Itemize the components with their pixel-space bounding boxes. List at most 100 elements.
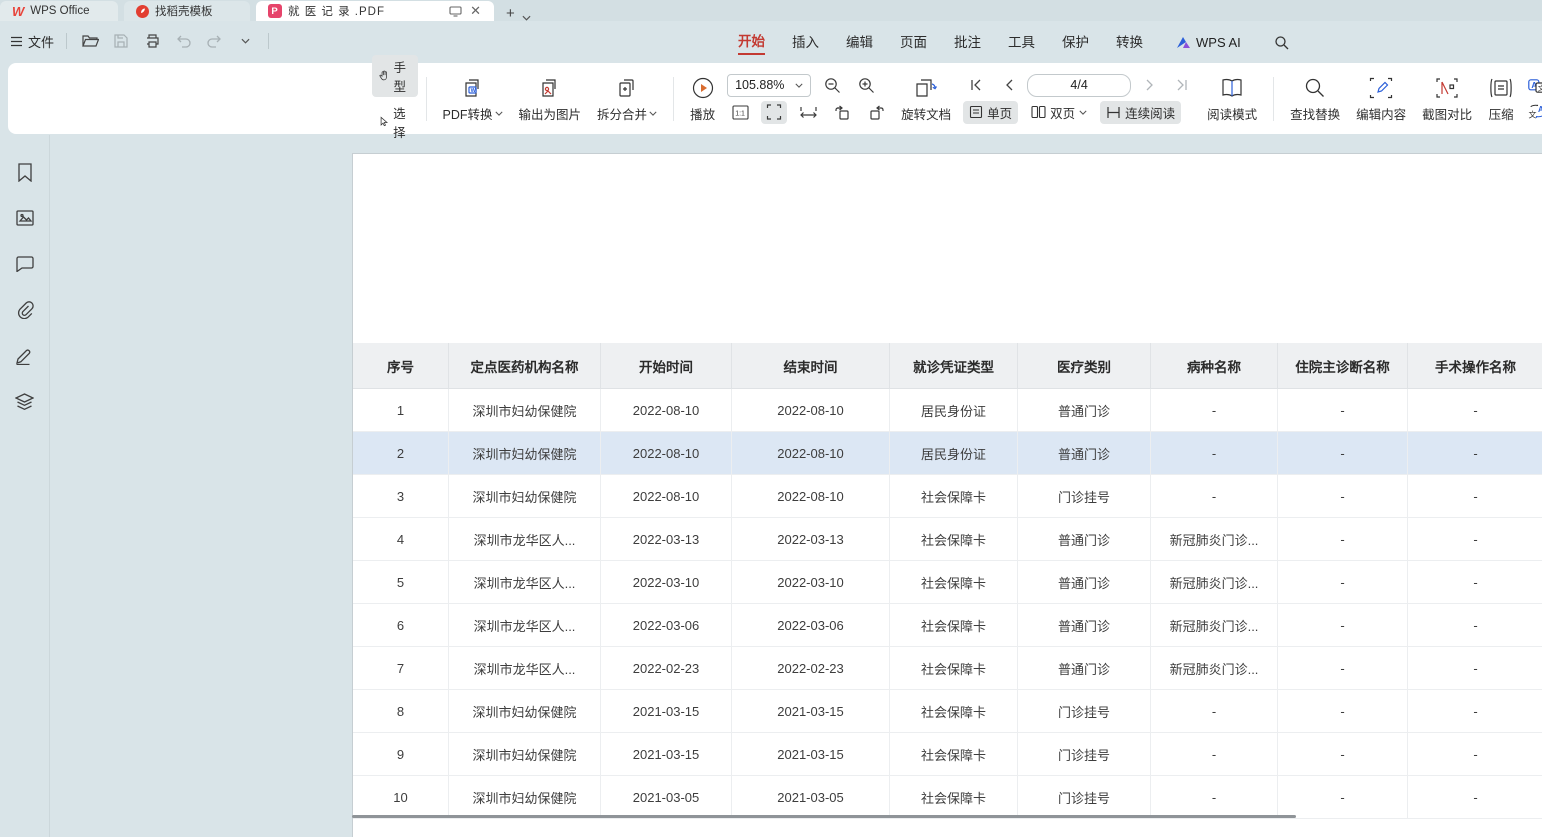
table-row[interactable]: 7深圳市龙华区人...2022-02-232022-02-23社会保障卡普通门诊… bbox=[353, 647, 1542, 690]
quickbar-chevron-icon[interactable] bbox=[234, 30, 256, 52]
chevron-down-icon bbox=[649, 111, 657, 116]
column-header: 定点医药机构名称 bbox=[449, 343, 601, 389]
tab-docer[interactable]: 找稻壳模板 bbox=[124, 1, 250, 21]
table-cell: 社会保障卡 bbox=[890, 776, 1018, 819]
tab-home[interactable]: 开始 bbox=[738, 30, 765, 55]
split-merge-button[interactable]: 拆分合并 bbox=[589, 72, 665, 126]
tab-convert[interactable]: 转换 bbox=[1116, 31, 1143, 54]
table-cell: - bbox=[1278, 389, 1408, 432]
zoom-in-icon[interactable] bbox=[853, 74, 879, 97]
tab-insert[interactable]: 插入 bbox=[792, 31, 819, 54]
tab-comment[interactable]: 批注 bbox=[954, 31, 981, 54]
present-monitor-icon[interactable] bbox=[449, 6, 462, 17]
compress-label: 压缩 bbox=[1489, 104, 1514, 123]
save-icon[interactable] bbox=[110, 30, 132, 52]
table-row[interactable]: 5深圳市龙华区人...2022-03-102022-03-10社会保障卡普通门诊… bbox=[353, 561, 1542, 604]
continuous-read-button[interactable]: 连续阅读 bbox=[1100, 101, 1181, 124]
table-row[interactable]: 8深圳市妇幼保健院2021-03-152021-03-15社会保障卡门诊挂号--… bbox=[353, 690, 1542, 733]
bookmarks-icon[interactable] bbox=[12, 159, 38, 185]
layers-icon[interactable] bbox=[12, 389, 38, 415]
zoom-level-select[interactable]: 105.88% bbox=[727, 74, 811, 97]
single-page-label: 单页 bbox=[987, 103, 1012, 122]
table-cell: 居民身份证 bbox=[890, 432, 1018, 475]
table-cell: 2022-03-10 bbox=[601, 561, 732, 604]
table-cell: 普通门诊 bbox=[1018, 561, 1151, 604]
tab-tools[interactable]: 工具 bbox=[1008, 31, 1035, 54]
next-page-icon[interactable] bbox=[1137, 74, 1163, 97]
horizontal-scrollbar[interactable] bbox=[352, 815, 1296, 818]
table-cell: 门诊挂号 bbox=[1018, 776, 1151, 819]
single-page-button[interactable]: 单页 bbox=[963, 101, 1018, 124]
chevron-down-icon bbox=[1079, 110, 1087, 115]
attachments-icon[interactable] bbox=[12, 297, 38, 323]
tab-wps-office[interactable]: W WPS Office bbox=[0, 1, 118, 21]
find-replace-button[interactable]: 查找替换 bbox=[1282, 72, 1348, 126]
wps-ai-button[interactable]: WPS AI bbox=[1176, 35, 1241, 50]
last-page-icon[interactable] bbox=[1169, 74, 1195, 97]
table-cell: 社会保障卡 bbox=[890, 604, 1018, 647]
redo-icon[interactable] bbox=[203, 30, 225, 52]
actual-size-icon[interactable]: 1:1 bbox=[727, 101, 753, 124]
table-cell: 3 bbox=[353, 475, 449, 518]
tab-protect[interactable]: 保护 bbox=[1062, 31, 1089, 54]
table-row[interactable]: 2深圳市妇幼保健院2022-08-102022-08-10居民身份证普通门诊--… bbox=[353, 432, 1542, 475]
table-cell: - bbox=[1151, 776, 1278, 819]
table-cell: 社会保障卡 bbox=[890, 561, 1018, 604]
menu-search-icon[interactable] bbox=[1274, 35, 1289, 50]
full-translate-button[interactable]: A 文 全文翻译 bbox=[1528, 77, 1542, 96]
table-row[interactable]: 6深圳市龙华区人...2022-03-062022-03-06社会保障卡普通门诊… bbox=[353, 604, 1542, 647]
table-cell: - bbox=[1151, 432, 1278, 475]
previous-page-icon[interactable] bbox=[995, 74, 1021, 97]
hand-tool-button[interactable]: 手型 bbox=[372, 55, 418, 97]
export-image-button[interactable]: 输出为图片 bbox=[511, 72, 590, 126]
rotate-document-button[interactable]: 旋转文档 bbox=[893, 72, 959, 126]
open-file-icon[interactable] bbox=[79, 30, 101, 52]
table-row[interactable]: 9深圳市妇幼保健院2021-03-152021-03-15社会保障卡门诊挂号--… bbox=[353, 733, 1542, 776]
table-cell: - bbox=[1151, 733, 1278, 776]
signature-icon[interactable] bbox=[12, 343, 38, 369]
file-menu-button[interactable]: 文件 bbox=[10, 32, 54, 51]
docer-icon bbox=[136, 5, 149, 18]
compress-button[interactable]: 压缩 bbox=[1480, 72, 1522, 126]
table-row[interactable]: 1深圳市妇幼保健院2022-08-102022-08-10居民身份证普通门诊--… bbox=[353, 389, 1542, 432]
zoom-out-icon[interactable] bbox=[819, 74, 845, 97]
svg-text:文: 文 bbox=[1529, 109, 1537, 119]
table-row[interactable]: 10深圳市妇幼保健院2021-03-052021-03-05社会保障卡门诊挂号-… bbox=[353, 776, 1542, 819]
table-cell: 深圳市龙华区人... bbox=[449, 518, 601, 561]
first-page-icon[interactable] bbox=[963, 74, 989, 97]
table-cell: - bbox=[1278, 690, 1408, 733]
table-cell: 门诊挂号 bbox=[1018, 475, 1151, 518]
comments-icon[interactable] bbox=[12, 251, 38, 277]
screenshot-compare-button[interactable]: 截图对比 bbox=[1414, 72, 1480, 126]
file-menu-label: 文件 bbox=[28, 32, 54, 51]
divider bbox=[268, 33, 269, 49]
table-cell: 社会保障卡 bbox=[890, 518, 1018, 561]
thumbnails-icon[interactable] bbox=[12, 205, 38, 231]
rotate-right-icon[interactable] bbox=[863, 101, 889, 124]
table-row[interactable]: 4深圳市龙华区人...2022-03-132022-03-13社会保障卡普通门诊… bbox=[353, 518, 1542, 561]
divider bbox=[66, 33, 67, 49]
full-translate-icon: A 文 bbox=[1528, 79, 1542, 93]
pdf-convert-button[interactable]: W PDF转换 bbox=[435, 72, 511, 126]
word-translate-button[interactable]: 文 A 划词翻译 bbox=[1528, 102, 1542, 121]
print-icon[interactable] bbox=[141, 30, 163, 52]
edit-content-button[interactable]: 编辑内容 bbox=[1348, 72, 1414, 126]
page-number-input[interactable]: 4/4 bbox=[1027, 74, 1131, 97]
undo-icon[interactable] bbox=[172, 30, 194, 52]
table-cell: 深圳市妇幼保健院 bbox=[449, 389, 601, 432]
table-cell: - bbox=[1408, 690, 1542, 733]
close-tab-icon[interactable]: ✕ bbox=[470, 3, 482, 19]
new-tab-button[interactable]: + bbox=[506, 6, 515, 21]
fit-width-icon[interactable] bbox=[795, 101, 821, 124]
rotate-left-icon[interactable] bbox=[829, 101, 855, 124]
read-mode-button[interactable]: 阅读模式 bbox=[1199, 72, 1265, 126]
word-translate-icon: 文 A bbox=[1528, 104, 1542, 119]
table-row[interactable]: 3深圳市妇幼保健院2022-08-102022-08-10社会保障卡门诊挂号--… bbox=[353, 475, 1542, 518]
document-area[interactable]: 序号定点医药机构名称开始时间结束时间就诊凭证类型医疗类别病种名称住院主诊断名称手… bbox=[50, 135, 1542, 837]
tab-page[interactable]: 页面 bbox=[900, 31, 927, 54]
double-page-button[interactable]: 双页 bbox=[1025, 101, 1093, 124]
tab-edit[interactable]: 编辑 bbox=[846, 31, 873, 54]
tab-document-active[interactable]: P 就 医 记 录 .PDF ✕ bbox=[256, 1, 494, 21]
play-button[interactable]: 播放 bbox=[682, 72, 723, 126]
fit-page-icon[interactable] bbox=[761, 101, 787, 124]
